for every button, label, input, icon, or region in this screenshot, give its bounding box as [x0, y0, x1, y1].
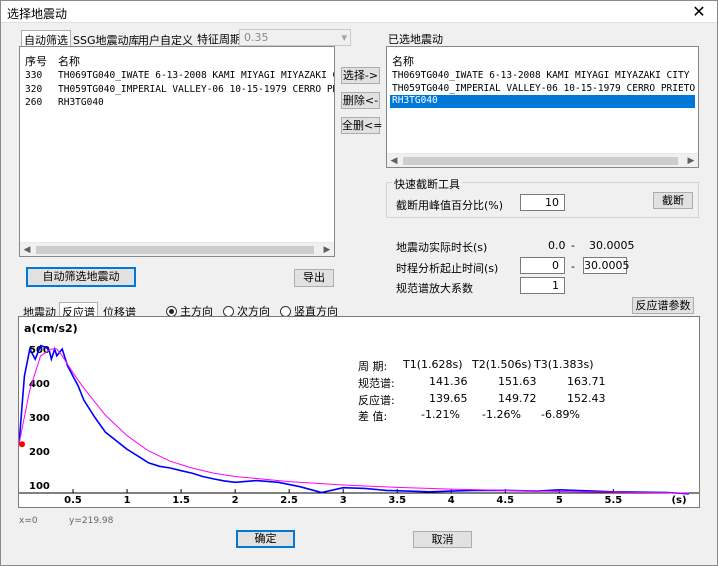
scroll-right-icon[interactable]: ▶ [684, 154, 698, 167]
x-coordinate: x=0 [19, 516, 38, 526]
scroll-left-icon[interactable]: ◀ [387, 154, 401, 167]
code-spectrum-label: 规范谱: [358, 377, 395, 390]
right-list-scrollbar[interactable]: ◀ ▶ [387, 153, 698, 167]
auto-filter-button[interactable]: 自动筛选地震动 [26, 267, 136, 287]
duration-start: 0.0 [548, 239, 566, 252]
t2-stat: T2(1.506s) [472, 358, 532, 371]
x-tick-label: 3 [340, 495, 347, 506]
spectrum-params-button[interactable]: 反应谱参数 [632, 297, 694, 314]
y-tick-label: 100 [29, 481, 50, 492]
x-tick-label: 4.5 [496, 495, 514, 506]
selected-list[interactable]: 名称 TH069TG040_IWATE 6-13-2008 KAMI MIYAG… [386, 46, 699, 168]
duration-dash: - [571, 239, 575, 252]
cancel-button[interactable]: 取消 [413, 531, 472, 548]
y-tick-label: 300 [29, 413, 50, 424]
list-item-selected[interactable]: RH3TG040 [390, 95, 695, 108]
analysis-end-input[interactable]: 30.0005 [583, 257, 630, 274]
list-item[interactable]: TH059TG040_IMPERIAL VALLEY-06 10-15-1979… [392, 83, 695, 94]
analysis-dash: - [571, 260, 575, 273]
duration-end: 30.0005 [589, 239, 635, 252]
col-header-index: 序号 [25, 55, 47, 68]
left-list-scrollbar[interactable]: ◀ ▶ [20, 242, 334, 256]
x-tick-label: 1.5 [172, 495, 190, 506]
dialog-window: 选择地震动 ✕ 自动筛选 SSG地震动库 用户自定义 特征周期 0.35 ▾ 序… [0, 0, 718, 566]
ok-button[interactable]: 确定 [236, 530, 295, 548]
analysis-time-label: 时程分析起止时间(s) [396, 262, 499, 275]
cut-button[interactable]: 截断 [653, 192, 693, 209]
period-label: 特征周期 [197, 33, 241, 46]
list-item[interactable]: 320 [25, 84, 42, 95]
code-value-t1: 141.36 [429, 375, 468, 388]
difference-label: 差 值: [358, 410, 388, 423]
resp-value-t2: 149.72 [498, 392, 537, 405]
duration-label: 地震动实际时长(s) [396, 241, 488, 254]
resp-value-t1: 139.65 [429, 392, 468, 405]
title-bar: 选择地震动 ✕ [1, 1, 717, 23]
period-stat-label: 周 期: [358, 360, 388, 373]
delete-all-button[interactable]: 全删<= [341, 117, 382, 134]
list-item-name: TH069TG040_IWATE 6-13-2008 KAMI MIYAGI M… [58, 70, 335, 81]
cut-percent-label: 截断用峰值百分比(%) [396, 199, 504, 212]
x-tick-label: 3.5 [388, 495, 406, 506]
code-value-t2: 151.63 [498, 375, 537, 388]
scroll-thumb[interactable] [36, 246, 314, 254]
list-item-name: TH059TG040_IMPERIAL VALLEY-06 10-15-1979… [58, 84, 335, 95]
scroll-right-icon[interactable]: ▶ [320, 243, 334, 256]
x-axis-unit: (s) [671, 495, 686, 506]
scroll-thumb[interactable] [403, 157, 678, 165]
diff-value-t1: -1.21% [421, 408, 460, 421]
t1-stat: T1(1.628s) [403, 358, 463, 371]
chevron-down-icon: ▾ [341, 31, 347, 44]
resp-value-t3: 152.43 [567, 392, 606, 405]
factor-label: 规范谱放大系数 [396, 282, 473, 295]
cut-percent-input[interactable]: 10 [520, 194, 565, 211]
list-item-name: RH3TG040 [58, 97, 104, 108]
quick-cut-label: 快速截断工具 [392, 176, 462, 192]
x-tick-label: 5 [556, 495, 563, 506]
x-tick-label: 4 [448, 495, 455, 506]
delete-button[interactable]: 删除<- [341, 92, 380, 109]
analysis-start-input[interactable]: 0 [520, 257, 565, 274]
x-tick-label: 5.5 [604, 495, 622, 506]
response-spectrum-label: 反应谱: [358, 394, 395, 407]
candidate-list[interactable]: 序号 名称 330 TH069TG040_IWATE 6-13-2008 KAM… [19, 46, 335, 257]
y-tick-label: 400 [29, 379, 50, 390]
window-title: 选择地震动 [7, 7, 68, 21]
x-tick-label: 2.5 [280, 495, 298, 506]
code-value-t3: 163.71 [567, 375, 606, 388]
select-button[interactable]: 选择-> [341, 67, 380, 84]
spectrum-chart-panel: a(cm/s2) 0.5 1 1.5 2 2.5 3 3.5 4 4.5 5 5.5 (s) 100 200… [18, 316, 700, 508]
list-item[interactable]: TH069TG040_IWATE 6-13-2008 KAMI MIYAGI M… [392, 70, 689, 81]
col-header-name: 名称 [392, 55, 414, 68]
diff-value-t3: -6.89% [541, 408, 580, 421]
period-combo[interactable]: 0.35 ▾ [239, 29, 351, 46]
factor-input[interactable]: 1 [520, 277, 565, 294]
y-coordinate: y=219.98 [69, 516, 114, 526]
x-tick-label: 1 [124, 495, 131, 506]
start-marker-point [19, 441, 25, 448]
export-button[interactable]: 导出 [294, 269, 334, 287]
selected-section-label: 已选地震动 [388, 33, 443, 46]
x-tick-label: 0.5 [64, 495, 82, 506]
y-axis-label: a(cm/s2) [24, 322, 78, 335]
scroll-left-icon[interactable]: ◀ [20, 243, 34, 256]
list-item[interactable]: 330 [25, 70, 42, 81]
t3-stat: T3(1.383s) [534, 358, 594, 371]
close-icon[interactable]: ✕ [689, 2, 709, 21]
x-tick-label: 2 [232, 495, 239, 506]
list-item[interactable]: 260 [25, 97, 42, 108]
diff-value-t2: -1.26% [482, 408, 521, 421]
y-tick-label: 200 [29, 447, 50, 458]
col-header-name: 名称 [58, 55, 80, 68]
period-value: 0.35 [244, 31, 269, 44]
